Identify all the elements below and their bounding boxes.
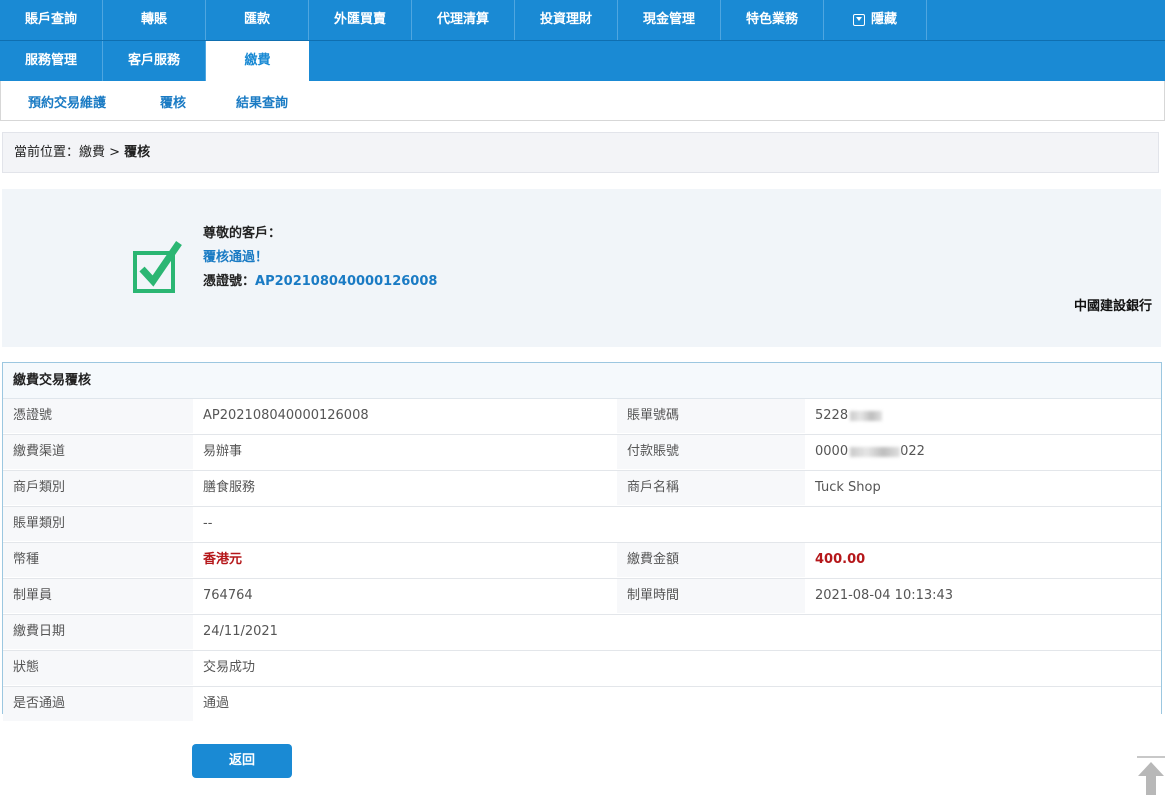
- subnav-review[interactable]: 覆核: [160, 92, 186, 111]
- field-label: 付款賬號: [617, 435, 805, 469]
- bank-name: 中國建設銀行: [1073, 299, 1152, 314]
- field-value-masked: 5228: [805, 399, 1161, 433]
- table-row: 憑證號 AP202108040000126008 賬單號碼 5228: [3, 399, 1161, 435]
- field-value: --: [193, 507, 1161, 541]
- nav-account-inquiry[interactable]: 賬戶查詢: [0, 0, 103, 40]
- field-value: 膳食服務: [193, 471, 617, 505]
- breadcrumb-prefix: 當前位置：繳費 >: [14, 145, 125, 160]
- field-label: 商戶名稱: [617, 471, 805, 505]
- nav-row-1: 賬戶查詢 轉賬 匯款 外匯買賣 代理清算 投資理財 現金管理 特色業務 隱藏: [0, 0, 927, 40]
- field-label: 賬單類別: [3, 507, 193, 541]
- detail-title: 繳費交易覆核: [3, 363, 1161, 399]
- field-value: 易辦事: [193, 435, 617, 469]
- breadcrumb-current: 覆核: [124, 145, 151, 160]
- voucher-label: 憑證號：: [203, 274, 256, 289]
- table-row: 制單員 764764 制單時間 2021-08-04 10:13:43: [3, 579, 1161, 615]
- nav-cash-management[interactable]: 現金管理: [618, 0, 721, 40]
- field-label: 賬單號碼: [617, 399, 805, 433]
- nav-hide-toggle[interactable]: 隱藏: [824, 0, 927, 40]
- field-value: Tuck Shop: [805, 471, 1161, 505]
- top-navigation: 賬戶查詢 轉賬 匯款 外匯買賣 代理清算 投資理財 現金管理 特色業務 隱藏 服…: [0, 0, 1165, 81]
- result-status: 覆核通過！: [203, 250, 269, 265]
- field-value: 24/11/2021: [193, 615, 1161, 649]
- result-message: 尊敬的客戶： 覆核通過！ 憑證號：AP202108040000126008: [203, 222, 437, 294]
- nav-row-2: 服務管理 客戶服務 繳費: [0, 41, 309, 81]
- field-label: 制單時間: [617, 579, 805, 613]
- sub-navigation: 預約交易維護 覆核 結果查詢: [0, 81, 1165, 121]
- field-value: 交易成功: [193, 651, 1161, 685]
- nav-payment[interactable]: 繳費: [206, 41, 309, 81]
- redacted-block: [850, 446, 901, 457]
- field-label: 繳費渠道: [3, 435, 193, 469]
- table-row: 狀態 交易成功: [3, 651, 1161, 687]
- field-label: 狀態: [3, 651, 193, 685]
- field-label: 商戶類別: [3, 471, 193, 505]
- table-row: 商戶類別 膳食服務 商戶名稱 Tuck Shop: [3, 471, 1161, 507]
- field-value: 764764: [193, 579, 617, 613]
- table-row: 繳費渠道 易辦事 付款賬號 0000 022: [3, 435, 1161, 471]
- detail-panel: 繳費交易覆核 憑證號 AP202108040000126008 賬單號碼 522…: [2, 362, 1162, 721]
- subnav-scheduled-maintenance[interactable]: 預約交易維護: [28, 92, 106, 111]
- result-panel: 尊敬的客戶： 覆核通過！ 憑證號：AP202108040000126008 中國…: [2, 189, 1161, 347]
- nav-customer-service[interactable]: 客戶服務: [103, 41, 206, 81]
- nav-service-management[interactable]: 服務管理: [0, 41, 103, 81]
- voucher-number: AP202108040000126008: [255, 274, 438, 289]
- redacted-block: [850, 410, 883, 421]
- result-greeting: 尊敬的客戶：: [203, 226, 282, 241]
- field-value: 通過: [193, 687, 1161, 721]
- field-value-masked: 0000 022: [805, 435, 1161, 469]
- currency-value: 香港元: [193, 543, 617, 577]
- field-value: AP202108040000126008: [193, 399, 617, 433]
- table-row: 繳費日期 24/11/2021: [3, 615, 1161, 651]
- result-voucher: 憑證號：AP202108040000126008: [203, 270, 437, 294]
- collapse-icon: [852, 14, 865, 26]
- field-label: 是否通過: [3, 687, 193, 721]
- bill-number-prefix: 5228: [815, 408, 849, 423]
- field-label: 制單員: [3, 579, 193, 613]
- table-row: 賬單類別 --: [3, 507, 1161, 543]
- field-value: 2021-08-04 10:13:43: [805, 579, 1161, 613]
- nav-investment[interactable]: 投資理財: [515, 0, 618, 40]
- subnav-result-query[interactable]: 結果查詢: [236, 92, 288, 111]
- amount-value: 400.00: [805, 543, 1161, 577]
- nav-special-services[interactable]: 特色業務: [721, 0, 824, 40]
- nav-forex[interactable]: 外匯買賣: [309, 0, 412, 40]
- breadcrumb: 當前位置：繳費 > 覆核: [2, 132, 1159, 173]
- field-label: 幣種: [3, 543, 193, 577]
- table-row: 是否通過 通過: [3, 687, 1161, 722]
- account-suffix: 022: [900, 444, 925, 459]
- nav-hide-label: 隱藏: [870, 12, 897, 27]
- scroll-to-top-icon[interactable]: [1137, 756, 1165, 795]
- nav-agency-clearing[interactable]: 代理清算: [412, 0, 515, 40]
- nav-remittance[interactable]: 匯款: [206, 0, 309, 40]
- back-button[interactable]: 返回: [192, 744, 292, 778]
- table-row: 幣種 香港元 繳費金額 400.00: [3, 543, 1161, 579]
- checkbox-checked-icon: [133, 241, 182, 293]
- account-prefix: 0000: [815, 444, 849, 459]
- field-label: 憑證號: [3, 399, 193, 433]
- field-label: 繳費金額: [617, 543, 805, 577]
- field-label: 繳費日期: [3, 615, 193, 649]
- nav-transfer[interactable]: 轉賬: [103, 0, 206, 40]
